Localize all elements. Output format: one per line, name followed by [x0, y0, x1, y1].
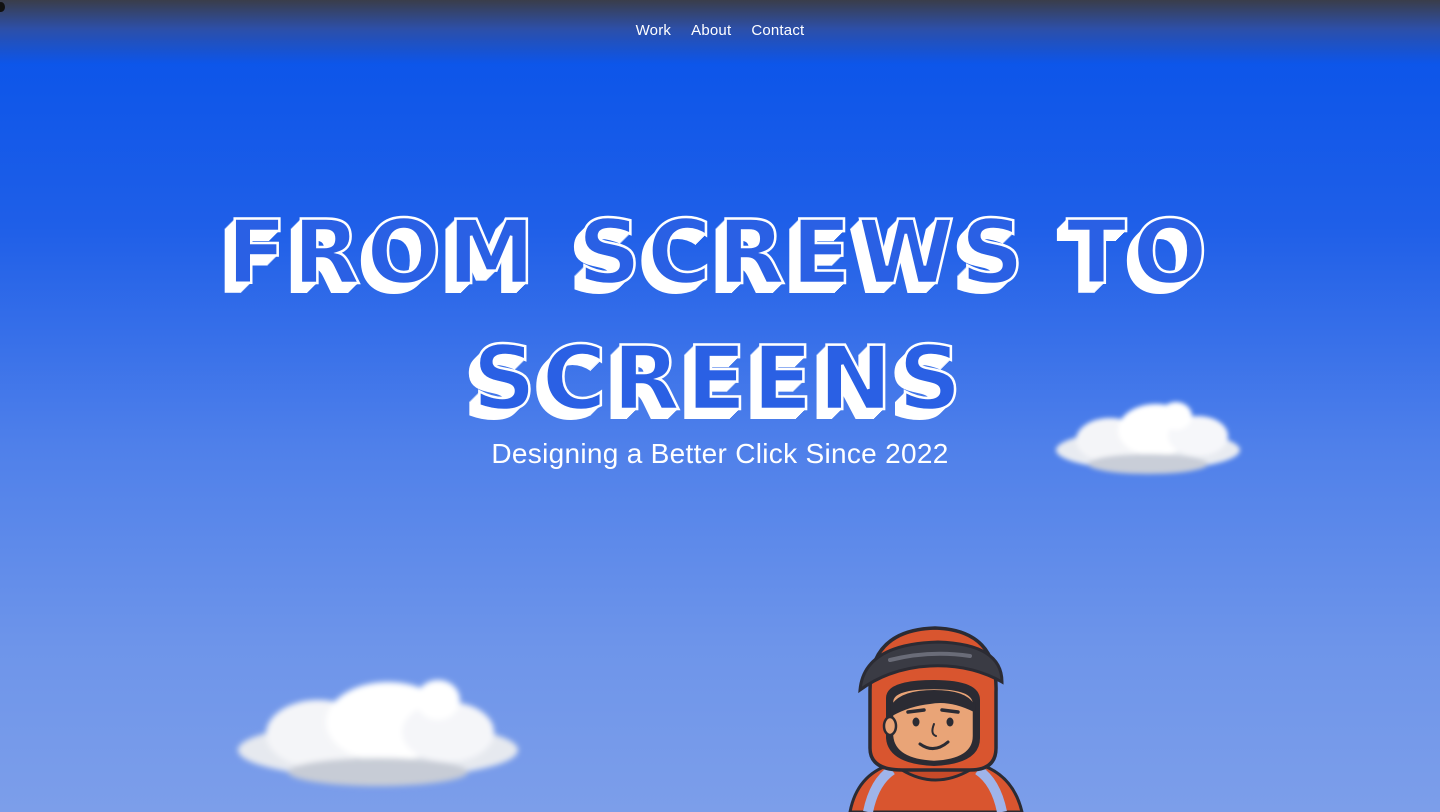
cloud-icon — [1056, 402, 1240, 474]
cloud-icon — [238, 680, 518, 786]
nav-link-work[interactable]: Work — [636, 22, 672, 39]
hero-title-line-1: From Screws to — [225, 200, 1214, 306]
helmet-rider-illustration — [848, 626, 1024, 812]
main-nav: Work About Contact — [0, 22, 1440, 39]
nav-link-about[interactable]: About — [691, 22, 731, 39]
nav-link-contact[interactable]: Contact — [751, 22, 804, 39]
